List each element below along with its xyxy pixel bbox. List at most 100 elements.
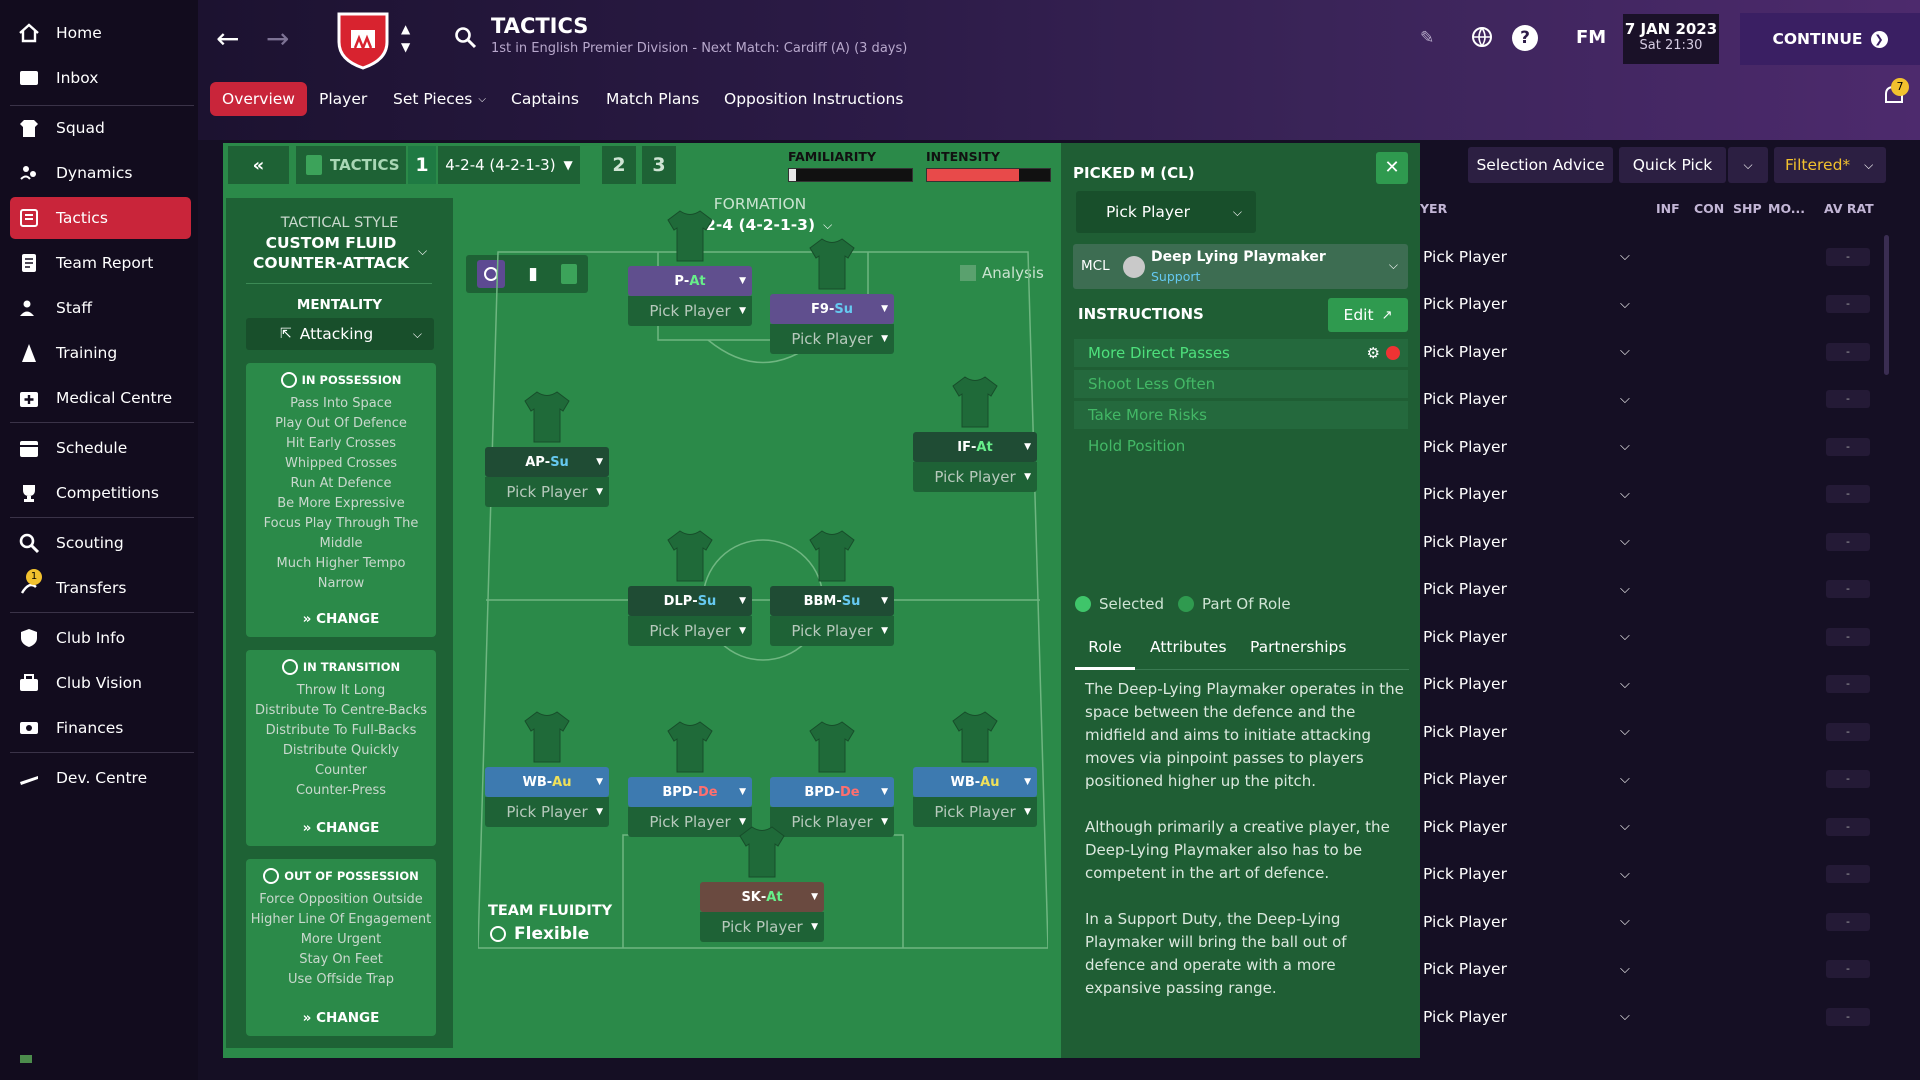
nav-training[interactable]: Training — [10, 332, 191, 374]
tactical-style-name[interactable]: CUSTOM FLUID COUNTER-ATTACK — [246, 233, 416, 273]
pick-player-slot[interactable]: Pick Player ▼ — [770, 807, 894, 837]
position-role-button[interactable]: IF - At ▼ — [913, 432, 1037, 462]
player-slot-row[interactable]: Pick Player ⌵ - — [1420, 661, 1880, 708]
position-role-button[interactable]: BPD - De ▼ — [628, 777, 752, 807]
mentality-dropdown[interactable]: ⇱ Attacking ⌵ — [246, 318, 434, 350]
pick-player-slot[interactable]: Pick Player ▼ — [485, 477, 609, 507]
help-icon[interactable]: ? — [1512, 25, 1538, 51]
formation-position[interactable]: SK - At ▼ Pick Player ▼ — [700, 882, 824, 942]
search-icon[interactable] — [453, 25, 477, 53]
player-slot-row[interactable]: Pick Player ⌵ - — [1420, 233, 1880, 280]
edit-icon[interactable]: ✎ — [1420, 28, 1434, 48]
collapse-icon[interactable]: « — [228, 146, 289, 184]
position-role-button[interactable]: BBM - Su ▼ — [770, 586, 894, 616]
position-role-button[interactable]: WB - Au ▼ — [913, 767, 1037, 797]
tab-overview[interactable]: Overview — [210, 82, 307, 116]
nav-schedule[interactable]: Schedule — [10, 427, 191, 469]
player-slot-row[interactable]: Pick Player ⌵ - — [1420, 471, 1880, 518]
chevron-down-icon[interactable]: ⌵ — [1620, 392, 1630, 407]
player-slot-row[interactable]: Pick Player ⌵ - — [1420, 851, 1880, 898]
player-slot-row[interactable]: Pick Player ⌵ - — [1420, 423, 1880, 470]
player-slot-row[interactable]: Pick Player ⌵ - — [1420, 281, 1880, 328]
pick-player-slot[interactable]: Pick Player ▼ — [770, 324, 894, 354]
tab-set-pieces[interactable]: Set Pieces ⌵ — [381, 82, 498, 116]
nav-squad[interactable]: Squad — [10, 107, 191, 149]
position-role-button[interactable]: WB - Au ▼ — [485, 767, 609, 797]
formation-position[interactable]: BBM - Su ▼ Pick Player ▼ — [770, 586, 894, 646]
player-instruction-row[interactable]: More Direct Passes ⚙ — [1074, 339, 1408, 367]
formation-dropdown[interactable]: 4-2-4 (4-2-1-3) ▼ — [438, 146, 580, 184]
formation-position[interactable]: DLP - Su ▼ Pick Player ▼ — [628, 586, 752, 646]
chevron-down-icon[interactable]: ⌵ — [1620, 487, 1630, 502]
nav-transfers[interactable]: 1 Transfers — [10, 567, 191, 609]
player-slot-row[interactable]: Pick Player ⌵ - — [1420, 328, 1880, 375]
formation-position[interactable]: F9 - Su ▼ Pick Player ▼ — [770, 294, 894, 354]
edit-button[interactable]: Edit ↗ — [1328, 298, 1408, 332]
player-slot-row[interactable]: Pick Player ⌵ - — [1420, 518, 1880, 565]
player-slot-row[interactable]: Pick Player ⌵ - — [1420, 756, 1880, 803]
nav-club-info[interactable]: Club Info — [10, 617, 191, 659]
close-icon[interactable]: ✕ — [1376, 152, 1408, 184]
nav-scouting[interactable]: Scouting — [10, 522, 191, 564]
in-transition-change-button[interactable]: » CHANGE — [246, 820, 436, 836]
chevron-down-icon[interactable]: ⌵ — [1620, 724, 1630, 739]
tab-role[interactable]: Role — [1075, 638, 1135, 670]
position-role-button[interactable]: P - At ▼ — [628, 266, 752, 296]
nav-team-report[interactable]: Team Report — [10, 242, 191, 284]
chevron-down-icon[interactable]: ⌵ — [1620, 297, 1630, 312]
nav-medical-centre[interactable]: Medical Centre — [10, 377, 191, 419]
chevron-down-icon[interactable]: ⌵ — [1620, 439, 1630, 454]
club-switcher-icon[interactable]: ▲ ▼ — [401, 20, 410, 56]
pick-player-slot[interactable]: Pick Player ▼ — [628, 807, 752, 837]
tab-partnerships[interactable]: Partnerships — [1250, 638, 1346, 656]
tactic-slot-3[interactable]: 3 — [642, 146, 676, 184]
in-possession-change-button[interactable]: » CHANGE — [246, 611, 436, 627]
scrollbar[interactable] — [1884, 235, 1889, 375]
nav-dev-centre[interactable]: Dev. Centre — [10, 757, 191, 799]
tab-opposition-instructions[interactable]: Opposition Instructions — [712, 82, 915, 116]
pick-player-slot[interactable]: Pick Player ▼ — [628, 616, 752, 646]
formation-position[interactable]: AP - Su ▼ Pick Player ▼ — [485, 447, 609, 507]
pick-player-slot[interactable]: Pick Player ▼ — [700, 912, 824, 942]
nav-competitions[interactable]: Competitions — [10, 472, 191, 514]
nav-finances[interactable]: Finances — [10, 707, 191, 749]
player-slot-row[interactable]: Pick Player ⌵ - — [1420, 376, 1880, 423]
player-instruction-row[interactable]: Take More Risks — [1074, 401, 1408, 429]
nav-staff[interactable]: Staff — [10, 287, 191, 329]
quick-pick-button[interactable]: Quick Pick — [1619, 147, 1726, 183]
position-role-button[interactable]: SK - At ▼ — [700, 882, 824, 912]
chevron-down-icon[interactable]: ⌵ — [1620, 249, 1630, 264]
formation-position[interactable]: BPD - De ▼ Pick Player ▼ — [628, 777, 752, 837]
continue-button[interactable]: CONTINUE ❯ — [1740, 13, 1920, 65]
chevron-down-icon[interactable]: ⌵ — [1620, 677, 1630, 692]
chevron-down-icon[interactable]: ⌵ — [1620, 534, 1630, 549]
tab-player[interactable]: Player — [307, 82, 379, 116]
chevron-down-icon[interactable]: ⌵ — [1620, 867, 1630, 882]
chevron-down-icon[interactable]: ⌵ — [1620, 1009, 1630, 1024]
tab-attributes[interactable]: Attributes — [1150, 638, 1227, 656]
pick-player-dropdown[interactable]: Pick Player ⌵ — [1076, 191, 1256, 233]
quick-pick-chevron-icon[interactable]: ⌵ — [1728, 147, 1768, 183]
formation-position[interactable]: WB - Au ▼ Pick Player ▼ — [485, 767, 609, 827]
pick-player-slot[interactable]: Pick Player ▼ — [913, 797, 1037, 827]
nav-dynamics[interactable]: Dynamics — [10, 152, 191, 194]
player-slot-row[interactable]: Pick Player ⌵ - — [1420, 566, 1880, 613]
position-role-button[interactable]: F9 - Su ▼ — [770, 294, 894, 324]
tactic-slot-1[interactable]: 1 — [408, 146, 436, 184]
formation-position[interactable]: IF - At ▼ Pick Player ▼ — [913, 432, 1037, 492]
player-slot-row[interactable]: Pick Player ⌵ - — [1420, 898, 1880, 945]
remove-icon[interactable] — [1386, 346, 1400, 360]
globe-icon[interactable] — [1470, 25, 1494, 53]
nav-tactics[interactable]: Tactics — [10, 197, 191, 239]
tab-match-plans[interactable]: Match Plans — [594, 82, 711, 116]
gear-icon[interactable]: ⚙ — [1367, 344, 1380, 362]
chevron-down-icon[interactable]: ⌵ — [1620, 772, 1630, 787]
fm-menu[interactable]: FM — [1576, 27, 1606, 48]
formation-position[interactable]: WB - Au ▼ Pick Player ▼ — [913, 767, 1037, 827]
chevron-down-icon[interactable]: ⌵ — [1620, 914, 1630, 929]
pick-player-slot[interactable]: Pick Player ▼ — [485, 797, 609, 827]
position-role-button[interactable]: BPD - De ▼ — [770, 777, 894, 807]
nav-club-vision[interactable]: Club Vision — [10, 662, 191, 704]
chevron-down-icon[interactable]: ⌵ — [1620, 962, 1630, 977]
role-selector[interactable]: MCL Deep Lying Playmaker Support ⌵ — [1073, 244, 1408, 289]
